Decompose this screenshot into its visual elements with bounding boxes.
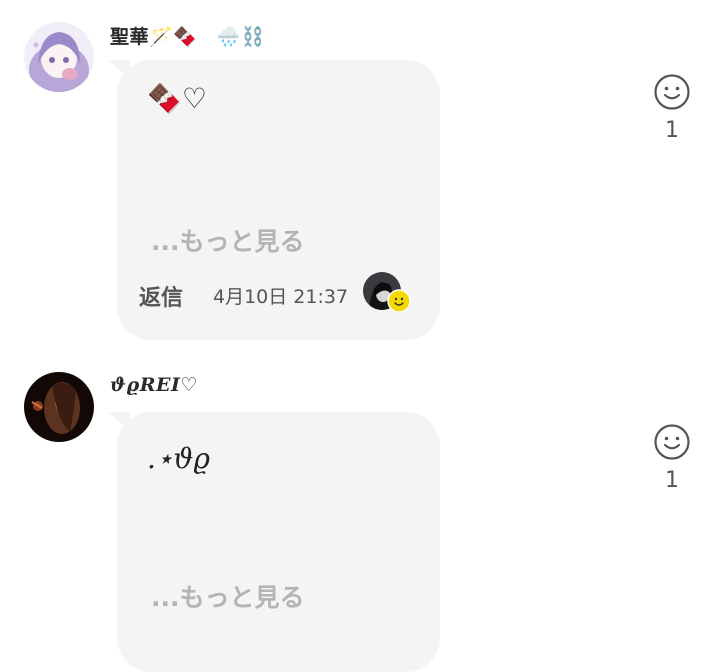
see-more-link[interactable]: ...もっと見る [151, 578, 305, 614]
bubble-tail [108, 412, 130, 432]
smiley-outline-icon[interactable] [652, 72, 692, 112]
comment-item: ϑϱREI♡ .⋆ϑϱ ...もっと見る 1 [0, 350, 720, 672]
username[interactable]: 聖華🪄🍫 🌧️⛓️ [110, 22, 265, 49]
username[interactable]: ϑϱREI♡ [110, 374, 198, 396]
comment-bubble: 🍫♡ ...もっと見る 返信 4月10日 21:37 [108, 60, 440, 340]
reaction-column: 1 [652, 72, 692, 143]
reaction-column: 1 [652, 422, 692, 493]
reactor-summary[interactable] [363, 272, 411, 314]
user-avatar[interactable] [24, 22, 94, 92]
comment-timestamp: 4月10日 21:37 [213, 286, 349, 308]
user-avatar[interactable] [24, 372, 94, 442]
smiley-outline-icon[interactable] [652, 422, 692, 462]
bubble-tail [108, 60, 130, 80]
comment-item: 聖華🪄🍫 🌧️⛓️ 🍫♡ ...もっと見る 返信 4月10日 21:37 1 [0, 0, 720, 350]
comment-text: .⋆ϑϱ [147, 442, 210, 475]
comment-bubble: .⋆ϑϱ ...もっと見る [108, 412, 440, 672]
comment-text: 🍫♡ [147, 82, 207, 115]
see-more-link[interactable]: ...もっと見る [151, 222, 305, 258]
reaction-count: 1 [665, 468, 679, 493]
smiley-icon [387, 289, 411, 313]
reply-button[interactable]: 返信 [139, 280, 183, 312]
reaction-count: 1 [665, 118, 679, 143]
